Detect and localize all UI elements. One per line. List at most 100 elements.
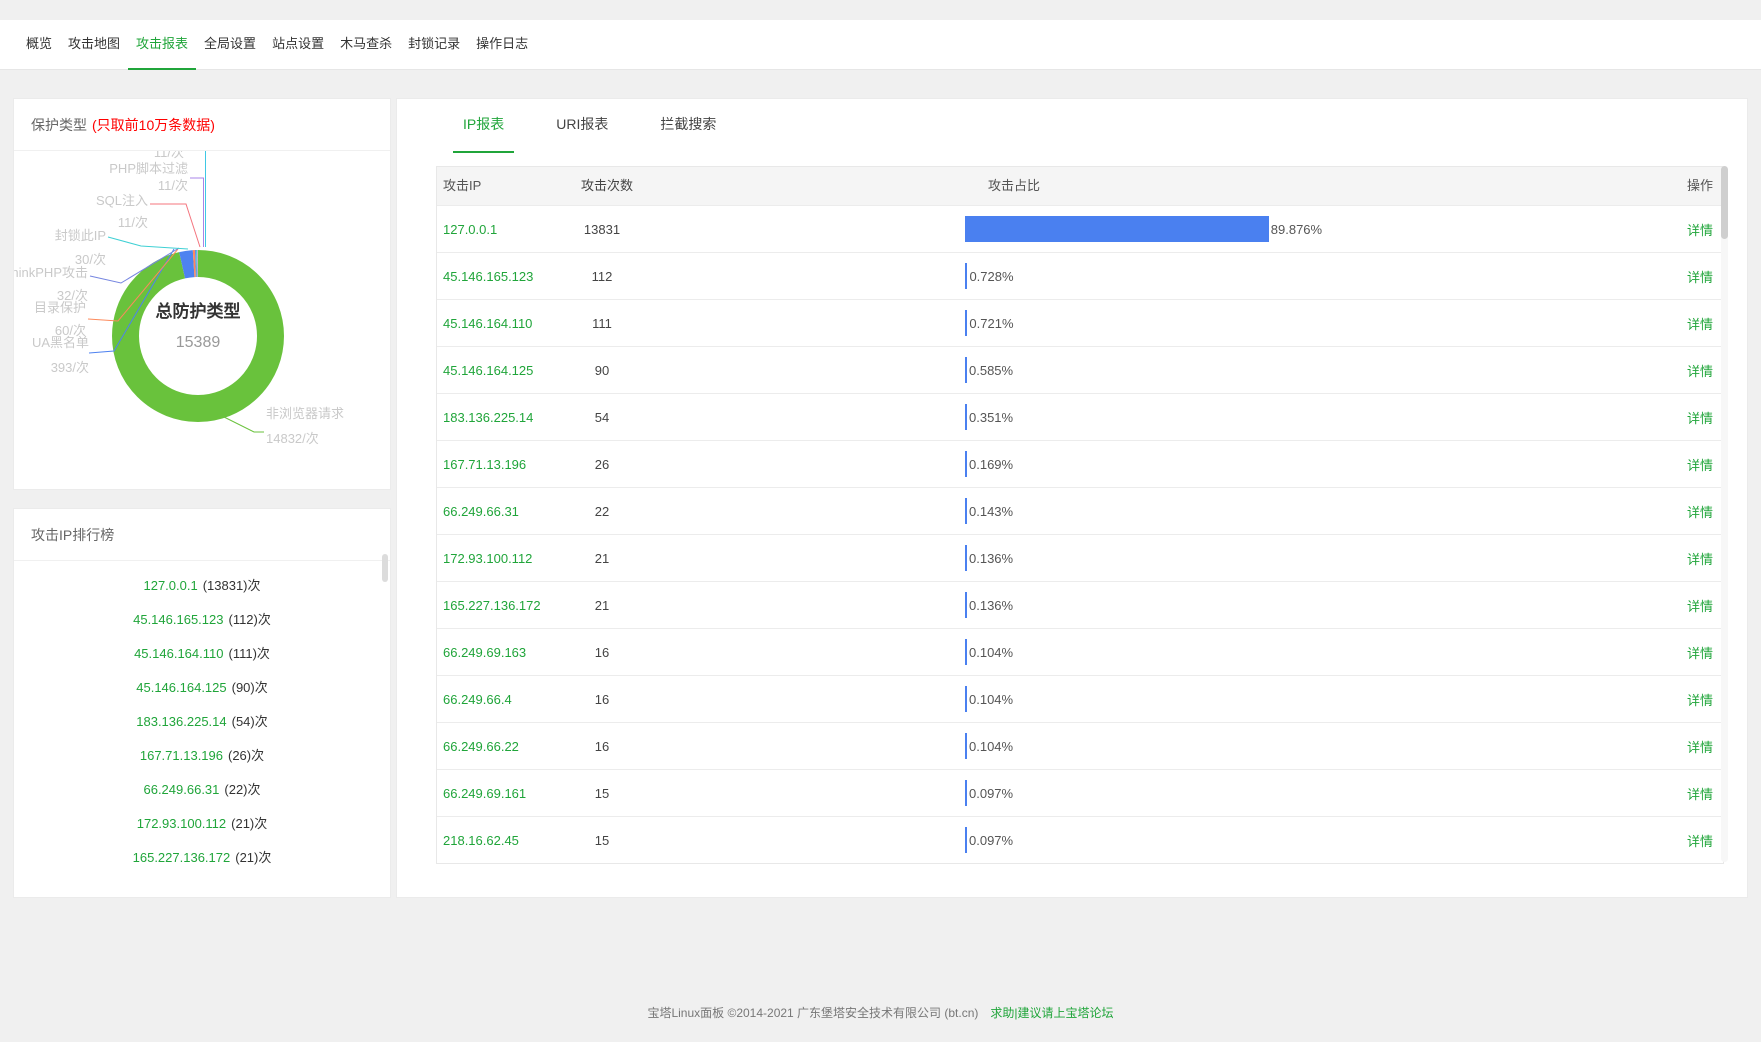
table-scrollbar-track[interactable] xyxy=(1721,166,1728,862)
attack-ip-link[interactable]: 172.93.100.112 xyxy=(437,551,577,566)
nav-tab-木马查杀[interactable]: 木马查杀 xyxy=(332,20,400,70)
ip-rank-ip-link[interactable]: 165.227.136.172 xyxy=(133,850,231,865)
ip-rank-item[interactable]: 172.93.100.112(21)次 xyxy=(14,807,390,841)
percent-bar xyxy=(965,639,967,665)
detail-link[interactable]: 详情 xyxy=(1623,690,1723,709)
ip-rank-ip-link[interactable]: 167.71.13.196 xyxy=(140,748,223,763)
attack-ip-link[interactable]: 45.146.165.123 xyxy=(437,269,577,284)
nav-tab-全局设置[interactable]: 全局设置 xyxy=(196,20,264,70)
attack-count-cell: 16 xyxy=(577,739,962,754)
detail-link[interactable]: 详情 xyxy=(1623,549,1723,568)
percent-text: 0.136% xyxy=(969,551,1013,566)
ip-rank-ip-link[interactable]: 172.93.100.112 xyxy=(137,816,226,831)
detail-link[interactable]: 详情 xyxy=(1623,596,1723,615)
attack-ip-link[interactable]: 66.249.66.4 xyxy=(437,692,577,707)
protection-donut-chart: 总防护类型 15389 非浏览器请求14832/次UA黑名单393/次目录保护6… xyxy=(14,151,390,489)
detail-link[interactable]: 详情 xyxy=(1623,408,1723,427)
rank-list-scrollbar-thumb[interactable] xyxy=(382,554,388,582)
attack-ip-link[interactable]: 127.0.0.1 xyxy=(437,222,577,237)
attack-percent-cell: 0.097% xyxy=(962,780,1623,806)
pie-label-value-非浏览器请求: 14832/次 xyxy=(266,431,319,447)
ip-rank-item[interactable]: 45.146.164.110(111)次 xyxy=(14,637,390,671)
attack-ip-link[interactable]: 45.146.164.110 xyxy=(437,316,577,331)
nav-tab-攻击报表[interactable]: 攻击报表 xyxy=(128,20,196,70)
ip-rank-list: 127.0.0.1(13831)次45.146.165.123(112)次45.… xyxy=(14,561,390,897)
percent-bar xyxy=(965,686,967,712)
attack-count-cell: 15 xyxy=(577,833,962,848)
table-row: 66.249.66.416 0.104% 详情 xyxy=(437,675,1723,722)
attack-ip-link[interactable]: 66.249.69.163 xyxy=(437,645,577,660)
attack-ip-link[interactable]: 165.227.136.172 xyxy=(437,598,577,613)
attack-ip-link[interactable]: 167.71.13.196 xyxy=(437,457,577,472)
percent-bar xyxy=(965,216,1269,242)
percent-bar xyxy=(965,451,967,477)
attack-ip-link[interactable]: 66.249.66.22 xyxy=(437,739,577,754)
detail-link[interactable]: 详情 xyxy=(1623,737,1723,756)
report-tab-IP报表[interactable]: IP报表 xyxy=(453,99,514,153)
table-header-攻击IP: 攻击IP xyxy=(437,167,577,205)
detail-link[interactable]: 详情 xyxy=(1623,314,1723,333)
pie-label-name-SQL注入: SQL注入 xyxy=(96,193,148,209)
percent-bar xyxy=(965,733,967,759)
percent-bar xyxy=(965,357,967,383)
percent-bar xyxy=(965,310,967,336)
top-nav: 概览攻击地图攻击报表全局设置站点设置木马查杀封锁记录操作日志 xyxy=(0,20,1761,70)
attack-ip-link[interactable]: 218.16.62.45 xyxy=(437,833,577,848)
detail-link[interactable]: 详情 xyxy=(1623,361,1723,380)
ip-rank-panel-header: 攻击IP排行榜 xyxy=(14,509,390,561)
percent-text: 0.169% xyxy=(969,457,1013,472)
table-row: 66.249.66.22160.104%详情 xyxy=(437,722,1723,769)
detail-link[interactable]: 详情 xyxy=(1623,784,1723,803)
attack-count-cell: 16 xyxy=(577,692,962,707)
ip-rank-panel-title: 攻击IP排行榜 xyxy=(31,527,114,543)
ip-rank-ip-link[interactable]: 127.0.0.1 xyxy=(143,578,197,593)
nav-tab-概览[interactable]: 概览 xyxy=(18,20,60,70)
ip-rank-count: (112)次 xyxy=(228,612,270,627)
ip-rank-item[interactable]: 45.146.164.125(90)次 xyxy=(14,671,390,705)
attack-ip-link[interactable]: 45.146.164.125 xyxy=(437,363,577,378)
nav-tab-站点设置[interactable]: 站点设置 xyxy=(264,20,332,70)
ip-rank-item[interactable]: 45.146.165.123 (112)次 xyxy=(14,603,390,637)
nav-tab-操作日志[interactable]: 操作日志 xyxy=(468,20,536,70)
footer-forum-link[interactable]: 求助|建议请上宝塔论坛 xyxy=(990,1006,1113,1020)
detail-link[interactable]: 详情 xyxy=(1623,502,1723,521)
attack-count-cell: 16 xyxy=(577,645,962,660)
ip-rank-item[interactable]: 66.249.66.31(22)次 xyxy=(14,773,390,807)
report-tab-拦截搜索[interactable]: 拦截搜索 xyxy=(650,99,726,153)
detail-link[interactable]: 详情 xyxy=(1623,455,1723,474)
attack-ip-link[interactable]: 66.249.66.31 xyxy=(437,504,577,519)
detail-link[interactable]: 详情 xyxy=(1623,643,1723,662)
ip-rank-item[interactable]: 167.71.13.196(26)次 xyxy=(14,739,390,773)
pie-label-name-非浏览器请求: 非浏览器请求 xyxy=(266,406,344,422)
detail-link[interactable]: 详情 xyxy=(1623,831,1723,850)
ip-rank-item[interactable]: 183.136.225.14(54)次 xyxy=(14,705,390,739)
ip-rank-ip-link[interactable]: 45.146.164.125 xyxy=(136,680,226,695)
report-tab-URI报表[interactable]: URI报表 xyxy=(546,99,618,153)
ip-rank-ip-link[interactable]: 45.146.164.110 xyxy=(134,646,223,661)
nav-tab-攻击地图[interactable]: 攻击地图 xyxy=(60,20,128,70)
detail-link[interactable]: 详情 xyxy=(1623,220,1723,239)
table-row: 165.227.136.172210.136%详情 xyxy=(437,581,1723,628)
chart-center-title: 总防护类型 xyxy=(108,297,288,322)
percent-text: 0.104% xyxy=(969,645,1013,660)
nav-tab-封锁记录[interactable]: 封锁记录 xyxy=(400,20,468,70)
percent-text: 89.876% xyxy=(1271,222,1322,237)
ip-rank-item[interactable]: 127.0.0.1(13831)次 xyxy=(14,569,390,603)
percent-text: 0.104% xyxy=(969,692,1013,707)
table-row: 66.249.69.161150.097%详情 xyxy=(437,769,1723,816)
percent-text: 0.136% xyxy=(969,598,1013,613)
attack-percent-cell: 0.351% xyxy=(962,404,1623,430)
ip-rank-ip-link[interactable]: 66.249.66.31 xyxy=(143,782,219,797)
pie-label-value-thinkPHP攻击: 32/次 xyxy=(57,288,88,304)
attack-ip-link[interactable]: 66.249.69.161 xyxy=(437,786,577,801)
pie-label-value-封锁此IP: 30/次 xyxy=(75,252,106,268)
table-header-攻击占比: 攻击占比 xyxy=(962,167,1623,205)
attack-ip-link[interactable]: 183.136.225.14 xyxy=(437,410,577,425)
ip-rank-ip-link[interactable]: 45.146.165.123 xyxy=(133,612,223,627)
detail-link[interactable]: 详情 xyxy=(1623,267,1723,286)
ip-rank-ip-link[interactable]: 183.136.225.14 xyxy=(136,714,226,729)
ip-rank-item[interactable]: 165.227.136.172(21)次 xyxy=(14,841,390,875)
table-scrollbar-thumb[interactable] xyxy=(1721,166,1728,239)
percent-text: 0.728% xyxy=(969,269,1013,284)
pie-label-value-clipped: 11/次 xyxy=(154,151,184,161)
